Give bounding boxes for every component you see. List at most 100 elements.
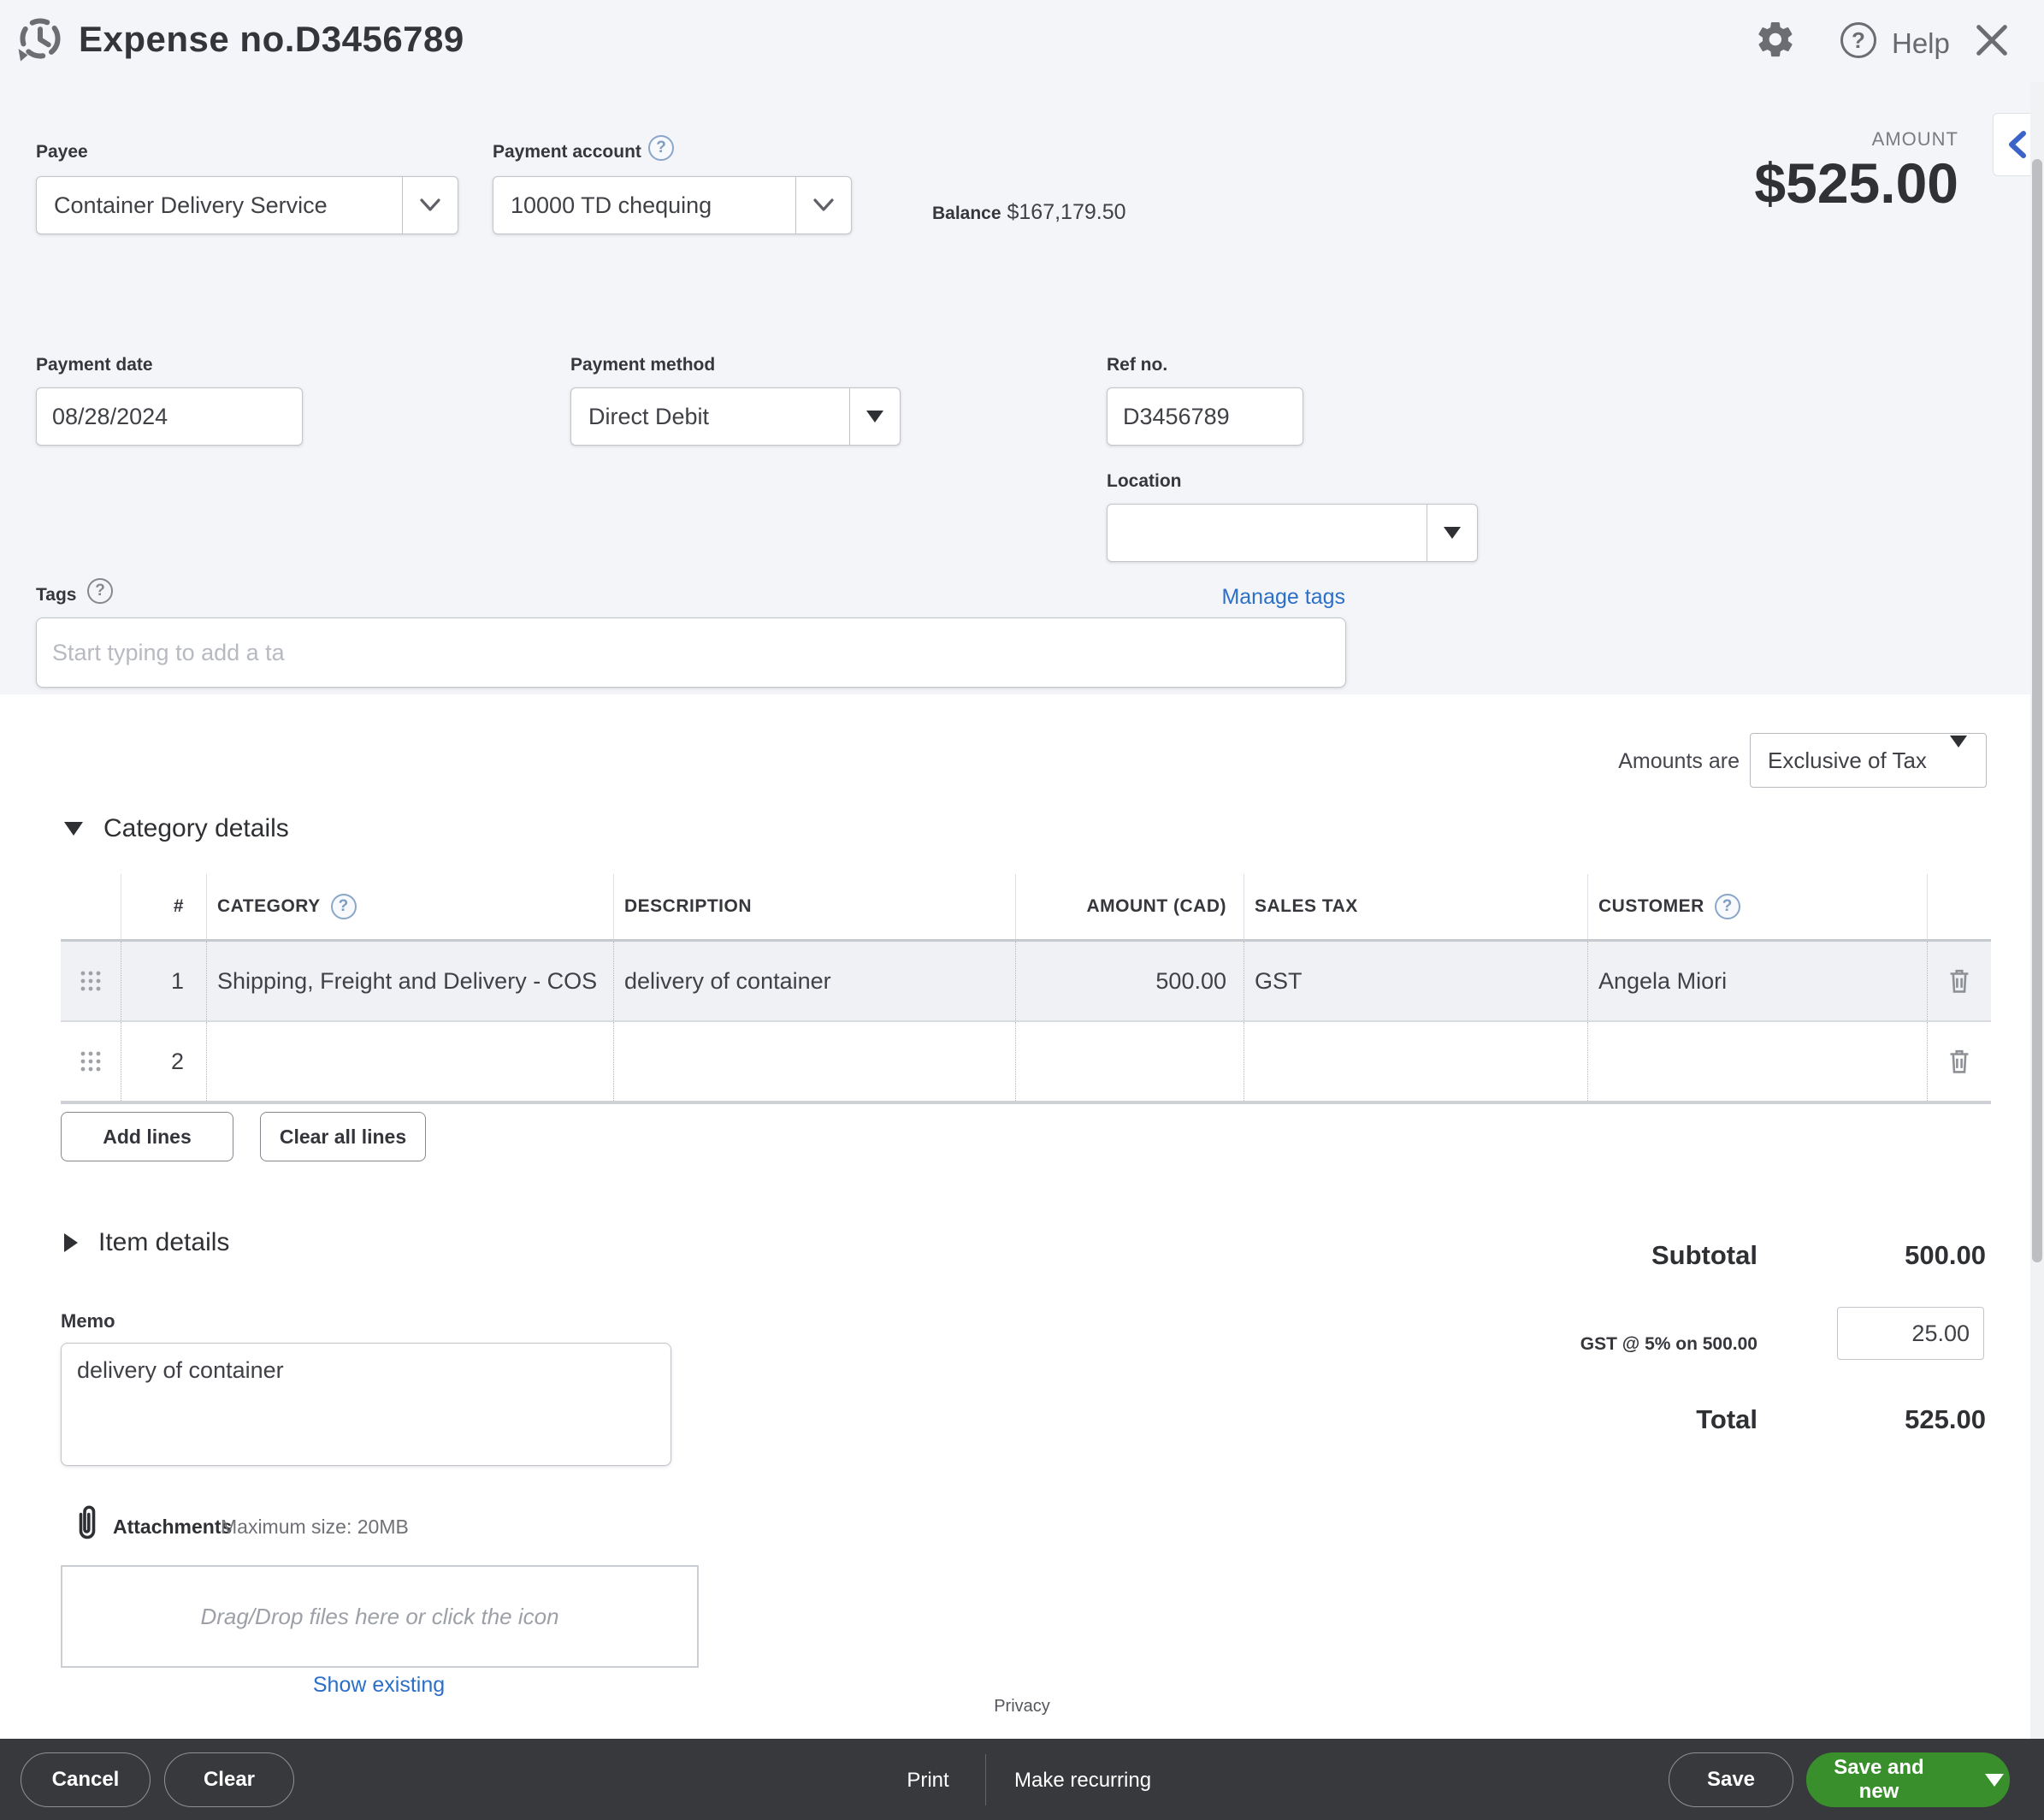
amount-cell[interactable]: 500.00	[1015, 942, 1244, 1020]
save-and-new-button[interactable]: Save and new	[1806, 1752, 2010, 1807]
payee-label: Payee	[36, 142, 88, 162]
question-icon[interactable]: ?	[648, 135, 674, 161]
payment-method-label: Payment method	[570, 355, 716, 375]
print-button[interactable]: Print	[881, 1769, 975, 1793]
table-row[interactable]: 2	[61, 1020, 1991, 1104]
dropdown-arrow-icon	[1950, 735, 1986, 774]
amounts-are-label: Amounts are	[1618, 749, 1740, 773]
question-icon[interactable]: ?	[330, 894, 357, 919]
subtotal-label: Subtotal	[1651, 1240, 1757, 1270]
payment-account-label: Payment account	[493, 142, 641, 162]
category-cell[interactable]	[206, 1022, 613, 1101]
payee-value: Container Delivery Service	[54, 192, 328, 218]
chevron-down-icon[interactable]	[795, 177, 851, 233]
amount-label: AMOUNT	[1871, 128, 1958, 150]
category-cell[interactable]: Shipping, Freight and Delivery - COS	[206, 942, 613, 1020]
trash-icon[interactable]	[1927, 1022, 1991, 1101]
payment-method-value: Direct Debit	[588, 403, 710, 429]
row-number: 2	[121, 1022, 206, 1101]
page-title: Expense no.D3456789	[79, 19, 464, 59]
balance: Balance $167,179.50	[932, 200, 1126, 225]
amount-value: $525.00	[1754, 151, 1958, 215]
col-header-num: #	[121, 874, 206, 939]
question-icon[interactable]: ?	[1714, 894, 1740, 919]
paperclip-icon	[72, 1504, 103, 1547]
col-header-customer: CUSTOMER ?	[1587, 874, 1927, 939]
item-details-title: Item details	[98, 1228, 230, 1256]
drag-handle-icon[interactable]	[61, 1022, 121, 1101]
balance-label: Balance	[932, 204, 1001, 223]
table-row[interactable]: 1 Shipping, Freight and Delivery - COS d…	[61, 939, 1991, 1020]
help-label[interactable]: Help	[1892, 27, 1950, 60]
payment-account-value: 10000 TD chequing	[511, 192, 712, 218]
amounts-are-value: Exclusive of Tax	[1768, 747, 1927, 773]
drag-handle-icon[interactable]	[61, 942, 121, 1020]
col-header-description: DESCRIPTION	[613, 874, 1015, 939]
attachments-label: Attachments	[113, 1516, 233, 1538]
description-cell[interactable]: delivery of container	[613, 942, 1015, 1020]
item-details-section-toggle[interactable]: Item details	[64, 1228, 229, 1257]
payment-method-select[interactable]: Direct Debit	[570, 387, 901, 446]
trash-icon[interactable]	[1927, 942, 1991, 1020]
customer-cell[interactable]: Angela Miori	[1587, 942, 1927, 1020]
memo-textarea[interactable]: delivery of container	[61, 1343, 671, 1466]
balance-value: $167,179.50	[1007, 200, 1126, 224]
dropdown-arrow-icon[interactable]	[1427, 505, 1477, 561]
category-details-title: Category details	[103, 814, 289, 842]
expense-form-header-section: Expense no.D3456789 ? Help AMOUNT $525.0…	[0, 0, 2044, 694]
collapse-panel-icon	[2009, 131, 2026, 158]
add-lines-button[interactable]: Add lines	[61, 1112, 233, 1161]
col-header-salestax: SALES TAX	[1244, 874, 1587, 939]
location-select[interactable]	[1107, 504, 1478, 562]
cancel-button[interactable]: Cancel	[21, 1752, 151, 1807]
gear-icon[interactable]	[1755, 19, 1796, 64]
history-icon[interactable]	[15, 14, 65, 68]
tax-label: GST @ 5% on 500.00	[1580, 1334, 1757, 1354]
clear-all-lines-button[interactable]: Clear all lines	[260, 1112, 426, 1161]
tags-label: Tags	[36, 585, 77, 605]
subtotal-value: 500.00	[1905, 1240, 1986, 1270]
dropdown-arrow-icon[interactable]	[849, 388, 900, 445]
triangle-collapse-icon	[64, 822, 83, 836]
footer-divider	[985, 1754, 986, 1805]
ref-no-label: Ref no.	[1107, 355, 1168, 375]
salestax-cell[interactable]	[1244, 1022, 1587, 1101]
payment-account-select[interactable]: 10000 TD chequing	[493, 176, 852, 234]
tags-input[interactable]	[36, 618, 1346, 688]
col-header-category: CATEGORY ?	[206, 874, 613, 939]
location-label: Location	[1107, 471, 1182, 491]
question-icon[interactable]: ?	[87, 578, 113, 604]
description-cell[interactable]	[613, 1022, 1015, 1101]
memo-label: Memo	[61, 1310, 115, 1332]
table-header-row: # CATEGORY ? DESCRIPTION AMOUNT (CAD) SA…	[61, 874, 1991, 939]
manage-tags-link[interactable]: Manage tags	[1137, 585, 1345, 610]
save-button[interactable]: Save	[1669, 1752, 1793, 1807]
ref-no-input[interactable]	[1107, 387, 1303, 446]
help-icon[interactable]: ?	[1840, 22, 1876, 58]
customer-cell[interactable]	[1587, 1022, 1927, 1101]
category-details-table: # CATEGORY ? DESCRIPTION AMOUNT (CAD) SA…	[61, 874, 1991, 1104]
triangle-expand-icon	[64, 1233, 78, 1252]
show-existing-link[interactable]: Show existing	[272, 1673, 486, 1698]
tax-amount-input[interactable]	[1837, 1307, 1984, 1360]
payment-date-input[interactable]	[36, 387, 303, 446]
make-recurring-button[interactable]: Make recurring	[1014, 1769, 1151, 1793]
clear-button[interactable]: Clear	[164, 1752, 294, 1807]
footer-bar: Cancel Clear Print Make recurring Save S…	[0, 1739, 2044, 1820]
attachments-dropzone[interactable]: Drag/Drop files here or click the icon	[61, 1565, 699, 1668]
total-label: Total	[1696, 1404, 1757, 1434]
payee-select[interactable]: Container Delivery Service	[36, 176, 458, 234]
privacy-link[interactable]: Privacy	[0, 1697, 2044, 1717]
chevron-down-icon[interactable]	[402, 177, 458, 233]
close-icon[interactable]	[1972, 21, 2012, 64]
row-number: 1	[121, 942, 206, 1020]
dropdown-arrow-icon[interactable]	[1985, 1773, 2004, 1787]
salestax-cell[interactable]: GST	[1244, 942, 1587, 1020]
payment-date-label: Payment date	[36, 355, 153, 375]
amounts-are-select[interactable]: Exclusive of Tax	[1750, 733, 1987, 788]
scrollbar-thumb[interactable]	[2032, 159, 2042, 1262]
total-value: 525.00	[1905, 1404, 1986, 1434]
col-header-amount: AMOUNT (CAD)	[1015, 874, 1244, 939]
category-details-section-toggle[interactable]: Category details	[64, 814, 289, 843]
amount-cell[interactable]	[1015, 1022, 1244, 1101]
